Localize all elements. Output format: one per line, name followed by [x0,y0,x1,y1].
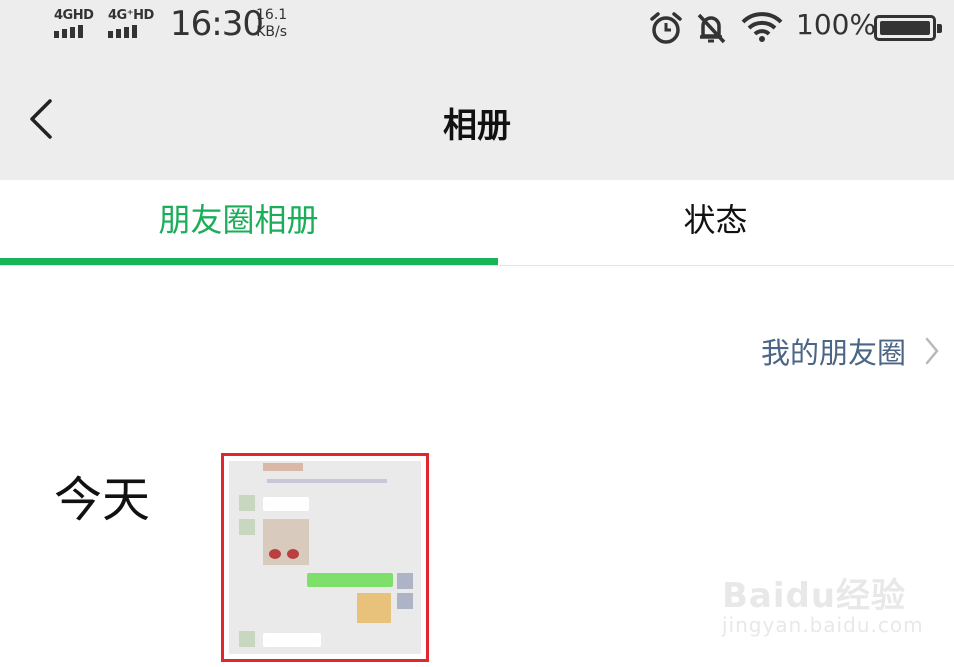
nav-bar: 相册 [0,56,954,180]
tab-bar: 朋友圈相册 状态 [0,180,954,266]
thumbnail-avatar [397,573,413,589]
chevron-right-icon [925,337,939,365]
clock-time: 16:30 [170,4,264,44]
signal-bars-icon [54,25,93,38]
battery-percent: 100% [796,8,877,41]
chat-screenshot-thumbnail [229,461,421,654]
signal-1: 4GHD [54,8,94,38]
watermark-url: jingyan.baidu.com [722,613,924,637]
signal-2: 4G⁺HD [108,8,154,38]
thumbnail-avatar [239,495,255,511]
mute-bell-icon [694,11,728,49]
thumbnail-bubble [263,497,309,511]
tab-status[interactable]: 状态 [477,180,954,265]
signal-bars-icon [108,25,154,38]
signal-1-label: 4GHD [54,8,94,23]
my-moments-link[interactable]: 我的朋友圈 [761,330,940,372]
network-speed-value: 16.1 [256,7,288,23]
page-title: 相册 [443,106,511,146]
my-moments-label: 我的朋友圈 [760,336,906,370]
wifi-icon [740,11,784,47]
thumbnail-avatar [397,593,413,609]
network-speed-unit: KB/s [256,24,287,40]
battery-icon [874,15,942,41]
thumbnail-dog-photo [357,593,391,623]
watermark-brand: Baidu经验 [722,576,907,616]
watermark: Baidu经验 jingyan.baidu.com [722,568,924,637]
thumbnail-avatar [239,631,255,647]
thumbnail-system-line [267,479,387,483]
signal-2-label: 4G⁺HD [108,8,154,23]
tab-moments-album[interactable]: 朋友圈相册 [0,180,477,265]
album-thumbnail[interactable] [221,453,429,662]
date-label: 今天 [54,472,151,528]
active-tab-indicator [0,258,498,265]
thumbnail-bubble [263,633,321,647]
thumbnail-photo [263,519,309,565]
alarm-icon [648,11,684,49]
thumbnail-bubble-green [307,573,393,587]
thumbnail-avatar [239,519,255,535]
status-bar: 4GHD 4G⁺HD 16:30 16.1 KB/s 100% [0,0,954,56]
network-speed: 16.1 KB/s [256,7,287,41]
thumbnail-header-image [263,463,303,471]
